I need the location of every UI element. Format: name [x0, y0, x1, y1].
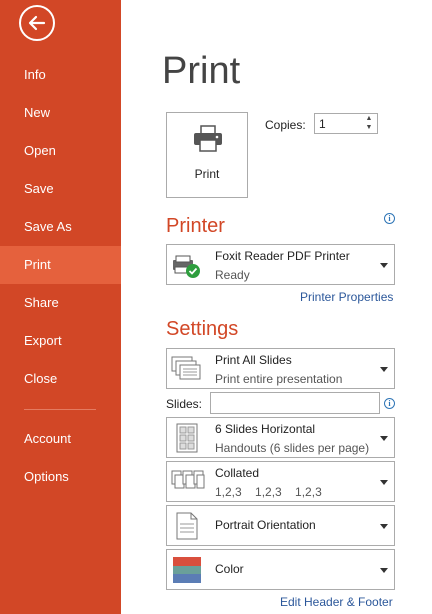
slides-label: Slides:	[166, 397, 203, 411]
chevron-down-icon	[380, 568, 388, 573]
nav-share[interactable]: Share	[0, 284, 121, 322]
back-button[interactable]	[19, 5, 55, 41]
nav-new[interactable]: New	[0, 94, 121, 132]
copies-stepper[interactable]: 1 ▲ ▼	[314, 113, 378, 134]
print-panel: Print Print Copies: 1 ▲ ▼ Printer i Foxi…	[121, 0, 432, 614]
copies-value: 1	[319, 117, 326, 131]
copies-label: Copies:	[265, 118, 306, 132]
layout-dropdown[interactable]: 6 Slides Horizontal Handouts (6 slides p…	[166, 417, 395, 458]
back-arrow-icon	[28, 15, 46, 31]
printer-info-icon[interactable]: i	[384, 213, 395, 224]
edit-header-footer-link[interactable]: Edit Header & Footer	[280, 595, 393, 609]
nav-print[interactable]: Print	[0, 246, 121, 284]
layout-title: 6 Slides Horizontal	[215, 422, 316, 436]
settings-heading: Settings	[166, 318, 239, 340]
collation-subtitle: 1,2,3 1,2,3 1,2,3	[215, 485, 322, 499]
printer-status: Ready	[215, 268, 250, 282]
nav-save-as[interactable]: Save As	[0, 208, 121, 246]
backstage-sidebar: Info New Open Save Save As Print Share E…	[0, 0, 121, 614]
color-title: Color	[215, 562, 244, 576]
print-range-dropdown[interactable]: Print All Slides Print entire presentati…	[166, 348, 395, 389]
collation-title: Collated	[215, 466, 260, 480]
slides-info-icon[interactable]: i	[384, 398, 395, 409]
collated-icon	[171, 470, 205, 489]
chevron-down-icon	[380, 480, 388, 485]
orientation-title: Portrait Orientation	[215, 518, 316, 532]
page-title: Print	[162, 50, 241, 92]
slides-input[interactable]	[210, 392, 380, 414]
all-slides-icon	[171, 356, 201, 380]
copies-up-arrow-icon[interactable]: ▲	[364, 115, 374, 123]
layout-subtitle: Handouts (6 slides per page)	[215, 441, 370, 455]
printer-dropdown[interactable]: Foxit Reader PDF Printer Ready	[166, 244, 395, 285]
printer-ready-icon	[173, 255, 200, 278]
print-range-title: Print All Slides	[215, 353, 292, 367]
printer-name: Foxit Reader PDF Printer	[215, 249, 350, 263]
nav-save[interactable]: Save	[0, 170, 121, 208]
collation-dropdown[interactable]: Collated 1,2,3 1,2,3 1,2,3	[166, 461, 395, 502]
chevron-down-icon	[380, 263, 388, 268]
backstage-view: Info New Open Save Save As Print Share E…	[0, 0, 432, 614]
nav-close[interactable]: Close	[0, 360, 121, 398]
nav-options[interactable]: Options	[0, 458, 121, 496]
portrait-page-icon	[176, 512, 198, 540]
color-dropdown[interactable]: Color	[166, 549, 395, 590]
print-button[interactable]: Print	[166, 112, 248, 198]
nav-divider	[24, 409, 96, 410]
nav-export[interactable]: Export	[0, 322, 121, 360]
nav-info[interactable]: Info	[0, 56, 121, 94]
handout-layout-icon	[176, 423, 198, 453]
chevron-down-icon	[380, 524, 388, 529]
printer-icon	[194, 125, 222, 152]
printer-heading: Printer	[166, 215, 225, 237]
print-button-label: Print	[194, 167, 220, 181]
copies-down-arrow-icon[interactable]: ▼	[364, 124, 374, 132]
color-swatch-icon	[173, 557, 201, 583]
orientation-dropdown[interactable]: Portrait Orientation	[166, 505, 395, 546]
nav-open[interactable]: Open	[0, 132, 121, 170]
nav-account[interactable]: Account	[0, 420, 121, 458]
chevron-down-icon	[380, 367, 388, 372]
printer-properties-link[interactable]: Printer Properties	[300, 290, 393, 304]
chevron-down-icon	[380, 436, 388, 441]
print-range-subtitle: Print entire presentation	[215, 372, 343, 386]
